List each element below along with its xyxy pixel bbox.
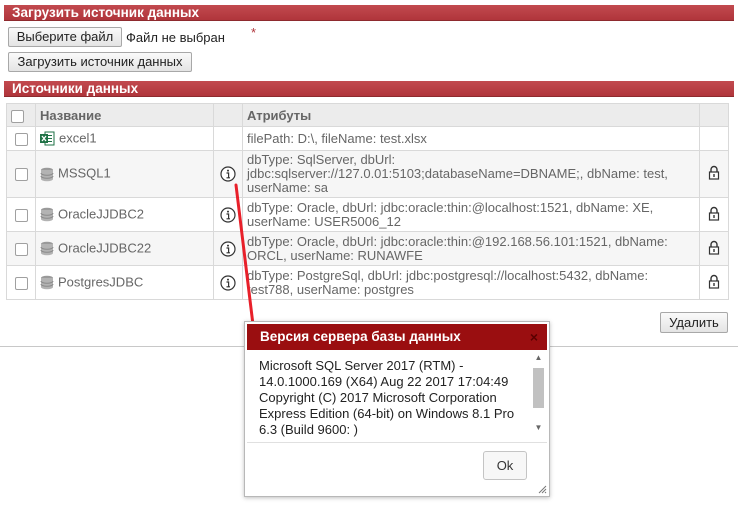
dialog-divider — [247, 442, 547, 443]
dialog-title-bar: Версия сервера базы данных × — [247, 324, 547, 350]
dialog-message: Microsoft SQL Server 2017 (RTM) - 14.0.1… — [259, 358, 515, 437]
resize-grip-icon[interactable] — [537, 484, 547, 494]
close-icon[interactable]: × — [527, 330, 541, 344]
ok-button[interactable]: Ok — [483, 451, 527, 480]
db-version-dialog: Версия сервера базы данных × Microsoft S… — [244, 321, 550, 497]
scroll-down-icon[interactable]: ▼ — [531, 422, 546, 434]
scroll-thumb[interactable] — [533, 368, 544, 408]
dialog-title: Версия сервера базы данных — [260, 329, 461, 344]
scroll-up-icon[interactable]: ▲ — [531, 352, 546, 364]
dialog-scrollbar[interactable]: ▲ ▼ — [531, 352, 546, 434]
